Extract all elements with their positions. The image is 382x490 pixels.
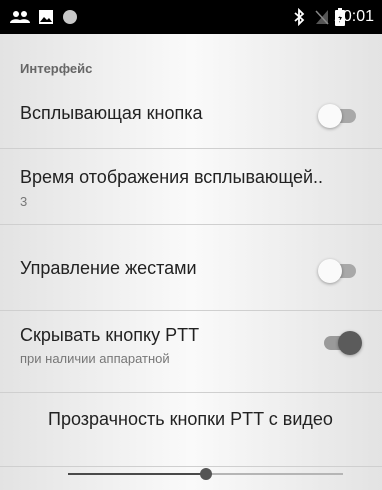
status-time: 20:01: [333, 8, 374, 25]
slider-fill: [68, 473, 206, 475]
gestures-title: Управление жестами: [20, 258, 197, 278]
bluetooth-icon: [290, 0, 308, 34]
display-time-value: 3: [20, 194, 28, 209]
hide-ptt-switch[interactable]: [322, 331, 362, 355]
popup-button-switch[interactable]: [318, 104, 358, 128]
circle-icon: [60, 0, 80, 34]
slider-thumb[interactable]: [199, 468, 212, 480]
people-icon: [8, 0, 32, 34]
popup-button-title: Всплывающая кнопка: [20, 103, 203, 123]
popup-button-setting[interactable]: Всплывающая кнопка: [0, 94, 382, 138]
ptt-transparency-setting[interactable]: Прозрачность кнопки PTT с видео: [0, 393, 382, 468]
ptt-transparency-title: Прозрачность кнопки PTT с видео: [48, 409, 333, 429]
ptt-transparency-slider[interactable]: [68, 468, 343, 480]
hide-ptt-setting[interactable]: Скрывать кнопку PTT при наличии аппаратн…: [0, 311, 382, 387]
settings-list: Интерфейс Всплывающая кнопка Время отобр…: [0, 34, 382, 490]
section-header: Интерфейс: [20, 61, 93, 76]
gestures-setting[interactable]: Управление жестами: [0, 225, 382, 309]
display-time-setting[interactable]: Время отображения всплывающей.. 3: [0, 149, 382, 223]
image-icon: [36, 0, 56, 34]
display-time-title: Время отображения всплывающей..: [20, 167, 324, 187]
gestures-switch[interactable]: [318, 259, 358, 283]
hide-ptt-subtitle: при наличии аппаратной: [20, 351, 170, 366]
divider: [0, 466, 382, 467]
status-bar: 20:01: [0, 0, 382, 34]
hide-ptt-title: Скрывать кнопку PTT: [20, 325, 200, 345]
no-sim-icon: [313, 0, 331, 34]
